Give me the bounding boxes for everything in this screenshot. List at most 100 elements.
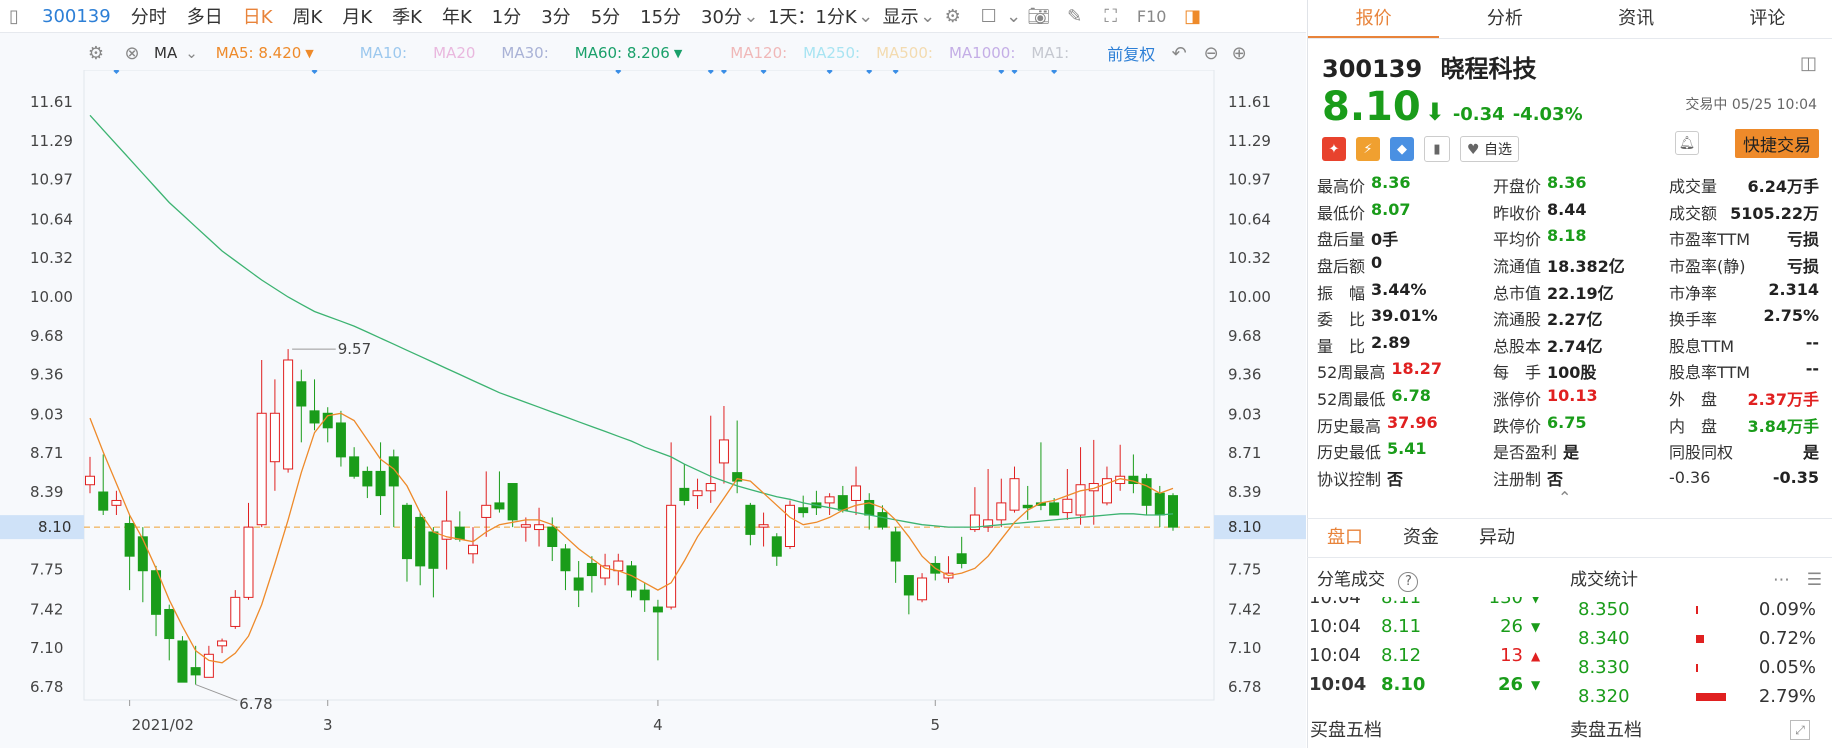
candle-body bbox=[111, 499, 122, 506]
candle-body bbox=[98, 491, 109, 511]
tab-alerts[interactable]: 异动 bbox=[1459, 519, 1535, 557]
china-flag-icon[interactable]: ✦ bbox=[1322, 137, 1346, 161]
bookmark-icon[interactable]: ▮ bbox=[1424, 136, 1450, 162]
candle-body bbox=[428, 531, 439, 569]
ma60-label[interactable]: MA60: 8.206 bbox=[575, 44, 670, 62]
ma20-label[interactable]: MA20 bbox=[433, 44, 475, 62]
bell-icon[interactable]: 🔔︎ bbox=[1675, 131, 1699, 155]
candle-body bbox=[401, 504, 412, 560]
tab-analysis[interactable]: 分析 bbox=[1439, 0, 1570, 38]
ma250-label[interactable]: MA250: bbox=[803, 44, 860, 62]
candlestick-chart[interactable]: 11.61 11.61 11.29 11.29 10.97 10.97 10.64 10.64… bbox=[0, 70, 1306, 748]
period-tab[interactable]: 1分 bbox=[492, 3, 521, 29]
tab-comments[interactable]: 评论 bbox=[1702, 0, 1832, 38]
gear-icon[interactable]: ⚙ bbox=[82, 39, 110, 67]
candle-body bbox=[1141, 478, 1152, 506]
ma-label[interactable]: MA bbox=[154, 44, 177, 62]
current-price-label-left: 8.10 bbox=[38, 518, 71, 536]
zoom-in-icon[interactable]: ⊕ bbox=[1225, 39, 1253, 67]
lightning-icon[interactable]: ⚡︎ bbox=[1356, 137, 1380, 161]
fullscreen-icon[interactable]: ⛶ bbox=[1097, 2, 1125, 30]
panel-toggle-icon[interactable]: ◨ bbox=[1179, 2, 1207, 30]
chevron-down-icon[interactable]: ⌄ bbox=[185, 44, 198, 62]
pencil-icon[interactable]: ✎ bbox=[1061, 2, 1089, 30]
x-tick-label: 4 bbox=[653, 716, 663, 734]
settings-icon[interactable]: ⚙ bbox=[939, 2, 967, 30]
tick-price: 8.12 bbox=[1381, 645, 1422, 666]
stat-label: 流通值 bbox=[1493, 257, 1542, 277]
chevron-down-icon[interactable]: ⌄ bbox=[1006, 2, 1021, 30]
f10-button[interactable]: F10 bbox=[1133, 2, 1171, 30]
sidebar-toggle-icon[interactable]: ▯ bbox=[0, 2, 28, 30]
camera-icon[interactable]: 📷︎ bbox=[1025, 2, 1053, 30]
y-tick-label-left: 7.75 bbox=[30, 561, 63, 579]
stats-pct: 0.72% bbox=[1758, 628, 1816, 649]
candle-body bbox=[784, 504, 795, 548]
ma5-label[interactable]: MA5: 8.420 bbox=[216, 44, 302, 62]
rectangle-icon[interactable]: ☐ bbox=[975, 2, 1003, 30]
tick-time: 10:04 bbox=[1309, 616, 1361, 637]
panel-menu-icon[interactable]: ◫ bbox=[1800, 53, 1817, 74]
ma500-label[interactable]: MA500: bbox=[876, 44, 933, 62]
chevron-down-icon[interactable]: ⌄ bbox=[743, 2, 758, 30]
period-tab[interactable]: 年K bbox=[442, 3, 472, 29]
intraday-dropdown[interactable]: 1天：1分K bbox=[768, 3, 857, 29]
stat-value: 2.27亿 bbox=[1547, 310, 1603, 330]
triangle-down-icon[interactable]: ▼ bbox=[674, 47, 682, 60]
tab-order-book[interactable]: 盘口 bbox=[1307, 519, 1383, 557]
restore-rights-button[interactable]: 前复权 bbox=[1107, 41, 1155, 65]
stats-rows: 8.350 0.09% 8.340 0.72% 8.330 0.05% 8.320 2.79% bbox=[1570, 597, 1832, 713]
stat-value: 5.41 bbox=[1387, 439, 1427, 459]
period-tab[interactable]: 多日 bbox=[187, 3, 223, 29]
quote-stat: 开盘价 8.36 bbox=[1493, 173, 1669, 197]
quote-stat: 是否盈利是 bbox=[1493, 439, 1669, 463]
ma30-label[interactable]: MA30: bbox=[501, 44, 548, 62]
tab-news[interactable]: 资讯 bbox=[1571, 0, 1702, 38]
candle-body bbox=[652, 606, 663, 613]
stat-value: 39.01% bbox=[1371, 306, 1438, 326]
tab-funds[interactable]: 资金 bbox=[1383, 519, 1459, 557]
tab-quote[interactable]: 报价 bbox=[1308, 0, 1440, 38]
y-tick-label-right: 7.10 bbox=[1228, 639, 1261, 657]
quote-stats-grid: 最高价 8.36 开盘价 8.36 成交量 6.24万手 最低价 8.07 昨收价 8.44 成交额… bbox=[1317, 172, 1827, 491]
display-menu[interactable]: 显示 bbox=[883, 3, 919, 29]
toolbar-stock-code[interactable]: 300139 bbox=[42, 6, 111, 27]
period-tab[interactable]: 3分 bbox=[541, 3, 570, 29]
period-tab[interactable]: 周K bbox=[293, 3, 323, 29]
candle-body bbox=[362, 470, 373, 487]
tag-icon[interactable]: ◆ bbox=[1390, 137, 1414, 161]
zoom-out-icon[interactable]: ⊖ bbox=[1197, 39, 1225, 67]
expand-icon[interactable]: ⤢ bbox=[1790, 720, 1810, 740]
period-tab[interactable]: 季K bbox=[392, 3, 422, 29]
chevron-down-icon[interactable]: ⌄ bbox=[858, 2, 873, 30]
add-favorite-button[interactable]: ♥ 自选 bbox=[1460, 136, 1520, 162]
period-tab[interactable]: 分时 bbox=[131, 3, 167, 29]
period-tab[interactable]: 30分 bbox=[701, 3, 742, 29]
period-tab[interactable]: 5分 bbox=[591, 3, 620, 29]
stats-pct: 2.79% bbox=[1758, 686, 1816, 707]
quote-stat: 市盈率(静) 亏损 bbox=[1669, 253, 1827, 277]
ma10-label[interactable]: MA10: bbox=[360, 44, 407, 62]
ma1000-label[interactable]: MA1000: bbox=[949, 44, 1015, 62]
quick-trade-button[interactable]: 快捷交易 bbox=[1735, 129, 1819, 158]
tick-volume: 26 bbox=[1497, 674, 1523, 695]
sell-five-levels[interactable]: 卖盘五档 bbox=[1570, 716, 1642, 742]
period-tab[interactable]: 15分 bbox=[640, 3, 681, 29]
chevron-down-icon[interactable]: ⌄ bbox=[920, 2, 935, 30]
ma120-label[interactable]: MA120: bbox=[730, 44, 787, 62]
buy-five-levels[interactable]: 买盘五档 bbox=[1310, 716, 1382, 742]
candle-body bbox=[177, 640, 188, 683]
period-tab[interactable]: 月K bbox=[342, 3, 372, 29]
y-tick-label-left: 10.32 bbox=[30, 249, 73, 267]
quote-stat: 盘后量 0手 bbox=[1317, 226, 1493, 250]
undo-icon[interactable]: ↶ bbox=[1165, 39, 1193, 67]
triangle-down-icon[interactable]: ▼ bbox=[305, 47, 313, 60]
candle-body bbox=[217, 640, 228, 647]
ma1-label[interactable]: MA1: bbox=[1031, 44, 1069, 62]
period-tab-active[interactable]: 日K bbox=[243, 3, 273, 29]
list-icon[interactable]: ☰ bbox=[1807, 563, 1822, 597]
help-icon[interactable]: ? bbox=[1398, 572, 1419, 592]
more-icon[interactable]: ⋯ bbox=[1773, 563, 1790, 597]
collapse-chevron-icon[interactable]: ⌃ bbox=[1558, 488, 1571, 507]
close-circle-icon[interactable]: ⊗ bbox=[118, 39, 146, 67]
